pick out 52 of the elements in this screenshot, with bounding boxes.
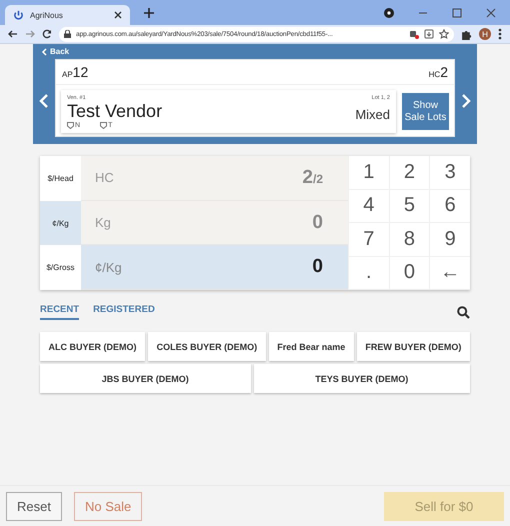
chevron-left-icon xyxy=(41,48,47,56)
back-arrow-icon[interactable] xyxy=(8,29,18,39)
close-icon[interactable] xyxy=(486,8,496,18)
browser-tab[interactable]: AgriNous xyxy=(5,5,130,25)
buyer-button[interactable]: COLES BUYER (DEMO) xyxy=(148,332,266,361)
search-icon[interactable] xyxy=(457,306,470,318)
vendor-type: Mixed xyxy=(355,107,390,122)
buyer-button[interactable]: Fred Bear name xyxy=(268,332,354,361)
lock-icon xyxy=(64,30,71,38)
input-field[interactable]: ¢/Kg 0 xyxy=(81,245,348,290)
record-icon[interactable] xyxy=(384,8,394,18)
chevron-right-icon[interactable] xyxy=(461,93,471,109)
back-link[interactable]: Back xyxy=(41,47,70,56)
tab-title: AgriNous xyxy=(30,10,64,20)
camera-blocked-icon[interactable] xyxy=(409,29,419,39)
keypad-key[interactable]: 1 xyxy=(348,156,389,190)
keypad-key[interactable]: 0 xyxy=(388,256,430,290)
buyer-tab[interactable]: REGISTERED xyxy=(93,304,155,320)
price-unit-option[interactable]: $/Gross xyxy=(40,245,81,290)
new-tab-icon[interactable] xyxy=(144,8,154,18)
keypad-key[interactable]: 4 xyxy=(348,190,389,223)
price-unit-option[interactable]: ¢/Kg xyxy=(40,200,81,246)
hc-value: HC2 xyxy=(428,64,448,80)
puzzle-icon[interactable] xyxy=(461,28,472,40)
keypad-key[interactable]: 8 xyxy=(388,223,430,256)
buyer-button[interactable]: ALC BUYER (DEMO) xyxy=(40,332,146,361)
keypad-key[interactable]: . xyxy=(348,256,389,290)
buyer-button[interactable]: FREW BUYER (DEMO) xyxy=(356,332,470,361)
keypad-key[interactable]: 6 xyxy=(429,190,470,223)
buyer-button[interactable]: TEYS BUYER (DEMO) xyxy=(254,364,470,393)
vendor-name: Test Vendor xyxy=(67,101,162,122)
chevron-left-icon[interactable] xyxy=(39,93,49,109)
keypad-key[interactable]: 5 xyxy=(388,190,430,223)
close-icon[interactable] xyxy=(114,11,122,19)
show-sale-lots-button[interactable]: Show Sale Lots xyxy=(402,93,449,130)
buyer-tab[interactable]: RECENT xyxy=(40,304,80,320)
buyer-button[interactable]: JBS BUYER (DEMO) xyxy=(40,364,250,393)
price-unit-option[interactable]: $/Head xyxy=(40,156,81,201)
ap-value: AP12 xyxy=(62,64,88,80)
reset-button[interactable]: Reset xyxy=(6,492,62,520)
install-icon[interactable] xyxy=(424,29,434,39)
keypad-key[interactable]: 9 xyxy=(429,223,470,256)
keypad-key[interactable]: 3 xyxy=(429,156,470,190)
reload-icon[interactable] xyxy=(42,29,52,39)
power-icon xyxy=(13,10,24,20)
keypad-key[interactable]: 7 xyxy=(348,223,389,256)
keypad-key[interactable]: ← xyxy=(429,256,470,290)
keypad-key[interactable]: 2 xyxy=(388,156,430,190)
profile-avatar[interactable]: H xyxy=(479,28,491,40)
star-icon[interactable] xyxy=(439,29,449,39)
menu-icon[interactable] xyxy=(498,28,502,40)
maximize-icon[interactable] xyxy=(452,8,462,18)
